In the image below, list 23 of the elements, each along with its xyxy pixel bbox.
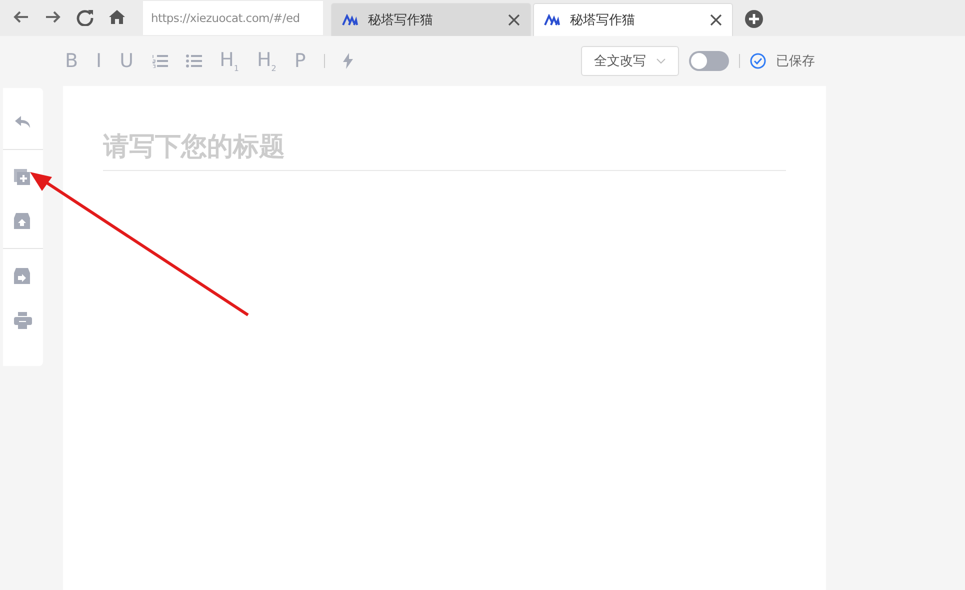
tab-title: 秘塔写作猫: [570, 12, 636, 29]
new-tab-icon[interactable]: [745, 10, 763, 28]
format-button[interactable]: B: [65, 50, 78, 72]
close-icon[interactable]: [710, 14, 722, 26]
save-status: 已保存: [776, 53, 815, 70]
logo-icon[interactable]: [544, 14, 560, 26]
browser-tab[interactable]: 秘塔写作猫: [533, 3, 733, 36]
format-button[interactable]: P: [294, 50, 306, 72]
browser-tab[interactable]: 秘塔写作猫: [331, 3, 531, 36]
format-button[interactable]: I: [96, 50, 102, 72]
format-button[interactable]: H$_{2}$: [256, 49, 276, 73]
format-button[interactable]: H$_{1}$: [220, 49, 239, 73]
check-circle-icon: [750, 53, 766, 69]
close-icon[interactable]: [508, 14, 520, 26]
toggle-switch[interactable]: [689, 51, 729, 71]
address-field[interactable]: https://xiezuocat.com/#/ed: [143, 1, 323, 35]
tab-title: 秘塔写作猫: [368, 12, 434, 29]
rewrite-dropdown[interactable]: 全文改写: [581, 46, 679, 76]
format-button[interactable]: U: [120, 50, 134, 72]
chevron-down-icon: [656, 58, 666, 64]
logo-icon[interactable]: [342, 14, 358, 26]
reload-icon[interactable]: [76, 8, 94, 26]
home-icon[interactable]: [108, 8, 126, 26]
